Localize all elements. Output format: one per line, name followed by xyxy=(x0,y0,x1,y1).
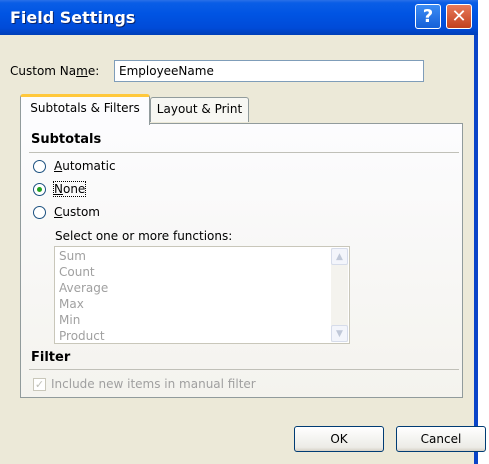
list-item[interactable]: Max xyxy=(59,297,84,311)
custom-label[interactable]: Custom xyxy=(54,205,100,219)
list-item[interactable]: Product xyxy=(59,329,105,343)
custom-name-input[interactable]: EmployeeName xyxy=(114,60,424,82)
chevron-up-icon: ▲ xyxy=(336,251,343,262)
list-item[interactable]: Count xyxy=(59,265,95,279)
help-icon: ? xyxy=(422,5,434,27)
none-radio[interactable] xyxy=(33,183,46,196)
list-item[interactable]: Sum xyxy=(59,249,86,263)
list-item[interactable]: Min xyxy=(59,313,80,327)
none-label[interactable]: None xyxy=(52,181,87,197)
scroll-down-button[interactable]: ▼ xyxy=(331,325,348,342)
radio-selected-dot xyxy=(37,187,42,192)
title-bar[interactable]: Field Settings ? ✕ xyxy=(0,0,478,35)
functions-label: Select one or more functions: xyxy=(55,229,233,243)
functions-listbox[interactable]: Sum Count Average Max Min Product ▲ ▼ xyxy=(54,246,350,344)
tab-layout-print[interactable]: Layout & Print xyxy=(150,97,249,122)
tab-label: Subtotals & Filters xyxy=(30,101,140,115)
ok-button[interactable]: OK xyxy=(294,426,384,452)
custom-name-label: Custom Name: xyxy=(10,64,100,78)
scroll-up-button[interactable]: ▲ xyxy=(331,248,348,265)
field-settings-dialog: Field Settings ? ✕ Custom Name: Employee… xyxy=(0,0,486,464)
filter-heading: Filter xyxy=(31,350,71,365)
tab-label: Layout & Print xyxy=(156,102,243,116)
close-button[interactable]: ✕ xyxy=(446,4,472,29)
help-button[interactable]: ? xyxy=(415,4,441,29)
custom-radio[interactable] xyxy=(33,206,46,219)
automatic-label[interactable]: Automatic xyxy=(54,159,116,173)
checkmark-icon: ✓ xyxy=(34,378,45,391)
chevron-down-icon: ▼ xyxy=(336,328,343,339)
include-new-items-checkbox[interactable]: ✓ xyxy=(33,378,46,391)
include-new-items-label: Include new items in manual filter xyxy=(51,377,256,391)
subtotals-heading: Subtotals xyxy=(31,132,102,147)
close-icon: ✕ xyxy=(451,5,467,27)
automatic-radio[interactable] xyxy=(33,160,46,173)
dialog-title: Field Settings xyxy=(10,8,136,27)
listbox-scrollbar[interactable]: ▲ ▼ xyxy=(331,248,348,342)
filter-divider xyxy=(29,369,459,370)
subtotals-divider xyxy=(29,152,459,153)
tab-subtotals-filters[interactable]: Subtotals & Filters xyxy=(20,94,150,125)
list-item[interactable]: Average xyxy=(59,281,108,295)
cancel-button[interactable]: Cancel xyxy=(396,426,486,452)
